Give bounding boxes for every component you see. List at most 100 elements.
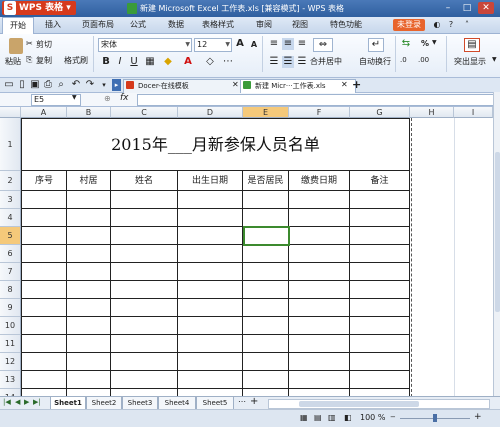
- row-header-4[interactable]: 4: [0, 209, 21, 227]
- fill-color-icon[interactable]: ◆: [162, 56, 174, 68]
- column-header-h[interactable]: H: [410, 107, 454, 118]
- maximize-icon[interactable]: □: [459, 2, 475, 14]
- border-icon[interactable]: ▦: [144, 56, 156, 68]
- column-header-e[interactable]: E: [243, 107, 289, 118]
- new-tab-icon[interactable]: +: [352, 78, 361, 91]
- first-sheet-icon[interactable]: |◀: [3, 398, 11, 406]
- close-tab-icon[interactable]: ✕: [232, 80, 239, 89]
- zoom-out-icon[interactable]: −: [390, 413, 396, 421]
- sheet-title-cell[interactable]: 2015年___月新参保人员名单: [22, 119, 410, 171]
- chevron-down-icon[interactable]: ▼: [72, 94, 77, 101]
- increase-decimal-icon[interactable]: .0: [400, 56, 407, 64]
- align-left-icon[interactable]: ☰: [268, 56, 280, 68]
- cut-icon[interactable]: ✂: [26, 39, 33, 48]
- add-sheet-icon[interactable]: +: [250, 396, 258, 407]
- header-cell-birthdate[interactable]: 出生日期: [178, 171, 243, 191]
- tab-data[interactable]: 数据: [162, 17, 190, 33]
- header-cell-village[interactable]: 村居: [67, 171, 111, 191]
- scrollbar-thumb[interactable]: [299, 401, 419, 407]
- italic-icon[interactable]: I: [114, 56, 126, 68]
- align-right-icon[interactable]: ☰: [296, 56, 308, 68]
- row-header-14[interactable]: 14: [0, 389, 21, 396]
- formula-input[interactable]: [137, 94, 495, 106]
- column-header-d[interactable]: D: [178, 107, 243, 118]
- app-menu-button[interactable]: S WPS 表格 ▾: [2, 1, 76, 15]
- row-header-7[interactable]: 7: [0, 263, 21, 281]
- save-icon[interactable]: ▣: [29, 79, 41, 91]
- new-file-icon[interactable]: ▭: [3, 79, 15, 91]
- select-all-corner[interactable]: [0, 107, 21, 118]
- prev-sheet-icon[interactable]: ◀: [15, 398, 20, 406]
- close-tab-icon[interactable]: ✕: [341, 80, 348, 89]
- align-top-icon[interactable]: ≡: [268, 38, 280, 50]
- wrap-text-button[interactable]: 自动换行: [359, 56, 391, 67]
- zoom-in-icon[interactable]: +: [474, 412, 482, 422]
- chevron-down-icon[interactable]: ▼: [492, 56, 497, 63]
- paste-button[interactable]: 粘贴: [5, 56, 21, 67]
- help-icon[interactable]: ?: [446, 17, 456, 33]
- column-header-c[interactable]: C: [111, 107, 178, 118]
- row-header-12[interactable]: 12: [0, 353, 21, 371]
- row-header-9[interactable]: 9: [0, 299, 21, 317]
- underline-icon[interactable]: U: [128, 56, 140, 68]
- tab-special-features[interactable]: 特色功能: [326, 17, 366, 33]
- zoom-icon[interactable]: ⊕: [104, 94, 111, 103]
- row-header-11[interactable]: 11: [0, 335, 21, 353]
- normal-view-icon[interactable]: ▦: [300, 413, 308, 422]
- print-icon[interactable]: ⎙: [42, 79, 54, 91]
- merge-center-button[interactable]: 合并居中: [310, 56, 342, 67]
- fx-button[interactable]: fx: [120, 93, 129, 103]
- vertical-scrollbar[interactable]: [493, 92, 500, 396]
- currency-icon[interactable]: ⇆: [400, 38, 412, 50]
- cut-button[interactable]: 剪切: [36, 39, 52, 50]
- tab-review[interactable]: 审阅: [250, 17, 278, 33]
- last-sheet-icon[interactable]: ▶|: [33, 398, 41, 406]
- merge-center-icon[interactable]: ⇔: [313, 38, 333, 52]
- tab-list-icon[interactable]: ▸: [112, 79, 121, 91]
- tab-insert[interactable]: 插入: [38, 17, 68, 33]
- tab-table-style[interactable]: 表格样式: [197, 17, 239, 33]
- tab-workbook[interactable]: 新建 Micr···工作表.xls: [240, 79, 356, 93]
- row-header-3[interactable]: 3: [0, 191, 21, 209]
- align-bottom-icon[interactable]: ≡: [296, 38, 308, 50]
- bold-icon[interactable]: B: [100, 56, 112, 68]
- selected-cell-e5[interactable]: [243, 226, 290, 246]
- scrollbar-thumb[interactable]: [495, 152, 500, 312]
- more-font-options-icon[interactable]: ⋯: [222, 56, 234, 68]
- zoom-slider-thumb[interactable]: [433, 414, 437, 422]
- header-cell-name[interactable]: 姓名: [111, 171, 178, 191]
- chevron-down-icon[interactable]: ▼: [432, 39, 437, 46]
- highlight-icon[interactable]: ▤: [464, 38, 480, 52]
- wrap-text-icon[interactable]: ↵: [368, 38, 384, 52]
- column-header-i[interactable]: I: [454, 107, 493, 118]
- percent-button[interactable]: %: [421, 39, 429, 48]
- row-header-6[interactable]: 6: [0, 245, 21, 263]
- next-sheet-icon[interactable]: ▶: [24, 398, 29, 406]
- ribbon-collapse-icon[interactable]: ˄: [462, 17, 472, 33]
- tab-view[interactable]: 视图: [286, 17, 314, 33]
- font-color-icon[interactable]: A: [182, 56, 194, 68]
- row-header-10[interactable]: 10: [0, 317, 21, 335]
- tab-docer-templates[interactable]: Docer-在线模板: [123, 79, 243, 93]
- row-header-5[interactable]: 5: [0, 227, 21, 245]
- tab-start[interactable]: 开始: [2, 17, 34, 34]
- header-cell-seq[interactable]: 序号: [22, 171, 67, 191]
- font-name-select[interactable]: 宋体 ▼: [98, 38, 192, 52]
- tab-formulas[interactable]: 公式: [124, 17, 152, 33]
- row-header-8[interactable]: 8: [0, 281, 21, 299]
- login-button[interactable]: 未登录: [393, 19, 425, 31]
- column-header-f[interactable]: F: [289, 107, 350, 118]
- close-icon[interactable]: ✕: [478, 2, 494, 14]
- skin-icon[interactable]: ◐: [432, 17, 442, 33]
- column-header-b[interactable]: B: [67, 107, 111, 118]
- align-center-icon[interactable]: ☰: [282, 56, 294, 68]
- header-cell-remarks[interactable]: 备注: [350, 171, 410, 191]
- row-header-13[interactable]: 13: [0, 371, 21, 389]
- print-preview-icon[interactable]: ⌕: [55, 79, 67, 91]
- paste-icon[interactable]: [9, 38, 23, 54]
- clear-format-icon[interactable]: ◇: [204, 56, 216, 68]
- tab-page-layout[interactable]: 页面布局: [78, 17, 118, 33]
- font-size-select[interactable]: 12 ▼: [194, 38, 232, 52]
- header-cell-resident[interactable]: 是否居民: [243, 171, 289, 191]
- zoom-level[interactable]: 100 %: [360, 413, 385, 422]
